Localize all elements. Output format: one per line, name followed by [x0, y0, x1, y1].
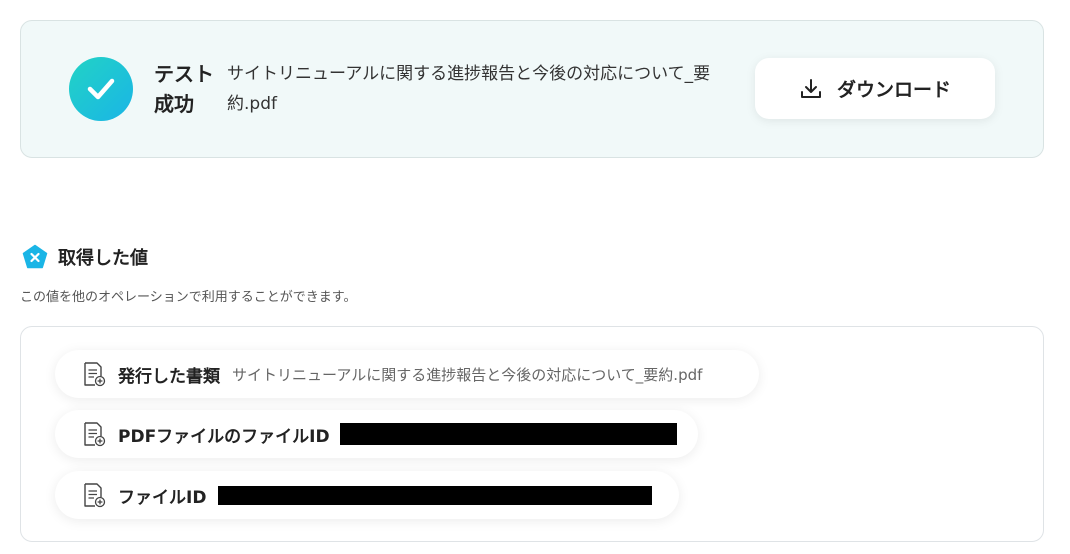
section-header: 取得した値	[22, 244, 148, 270]
status-line-2: 成功	[154, 92, 194, 116]
value-item-issued-document[interactable]: 発行した書類 サイトリニューアルに関する進捗報告と今後の対応について_要約.pd…	[55, 350, 759, 398]
test-result-card: テスト 成功 サイトリニューアルに関する進捗報告と今後の対応について_要約.pd…	[20, 20, 1044, 158]
value-text: サイトリニューアルに関する進捗報告と今後の対応について_要約.pdf	[232, 365, 703, 384]
value-label: 発行した書類	[118, 366, 220, 387]
value-label: PDFファイルのファイルID	[118, 426, 330, 447]
section-title: 取得した値	[58, 248, 148, 269]
value-item-file-id[interactable]: ファイルID	[55, 471, 679, 519]
value-item-pdf-file-id[interactable]: PDFファイルのファイルID	[55, 410, 698, 458]
redacted-value	[218, 485, 653, 505]
document-plus-icon	[84, 422, 106, 447]
value-label: ファイルID	[118, 487, 207, 508]
result-file-title: サイトリニューアルに関する進捗報告と今後の対応について_要約.pdf	[227, 64, 711, 114]
success-check-icon	[69, 57, 133, 121]
status-line-1: テスト	[154, 62, 214, 86]
download-icon	[800, 78, 821, 98]
pentagon-x-icon	[22, 244, 48, 269]
download-button[interactable]: ダウンロード	[755, 58, 995, 119]
redacted-value	[339, 423, 677, 445]
values-card: 発行した書類 サイトリニューアルに関する進捗報告と今後の対応について_要約.pd…	[20, 326, 1044, 542]
section-description: この値を他のオペレーションで利用することができます。	[20, 290, 357, 305]
document-plus-icon	[84, 362, 106, 387]
test-status-label: テスト 成功	[154, 59, 218, 119]
download-label: ダウンロード	[836, 79, 951, 101]
document-plus-icon	[84, 483, 106, 508]
